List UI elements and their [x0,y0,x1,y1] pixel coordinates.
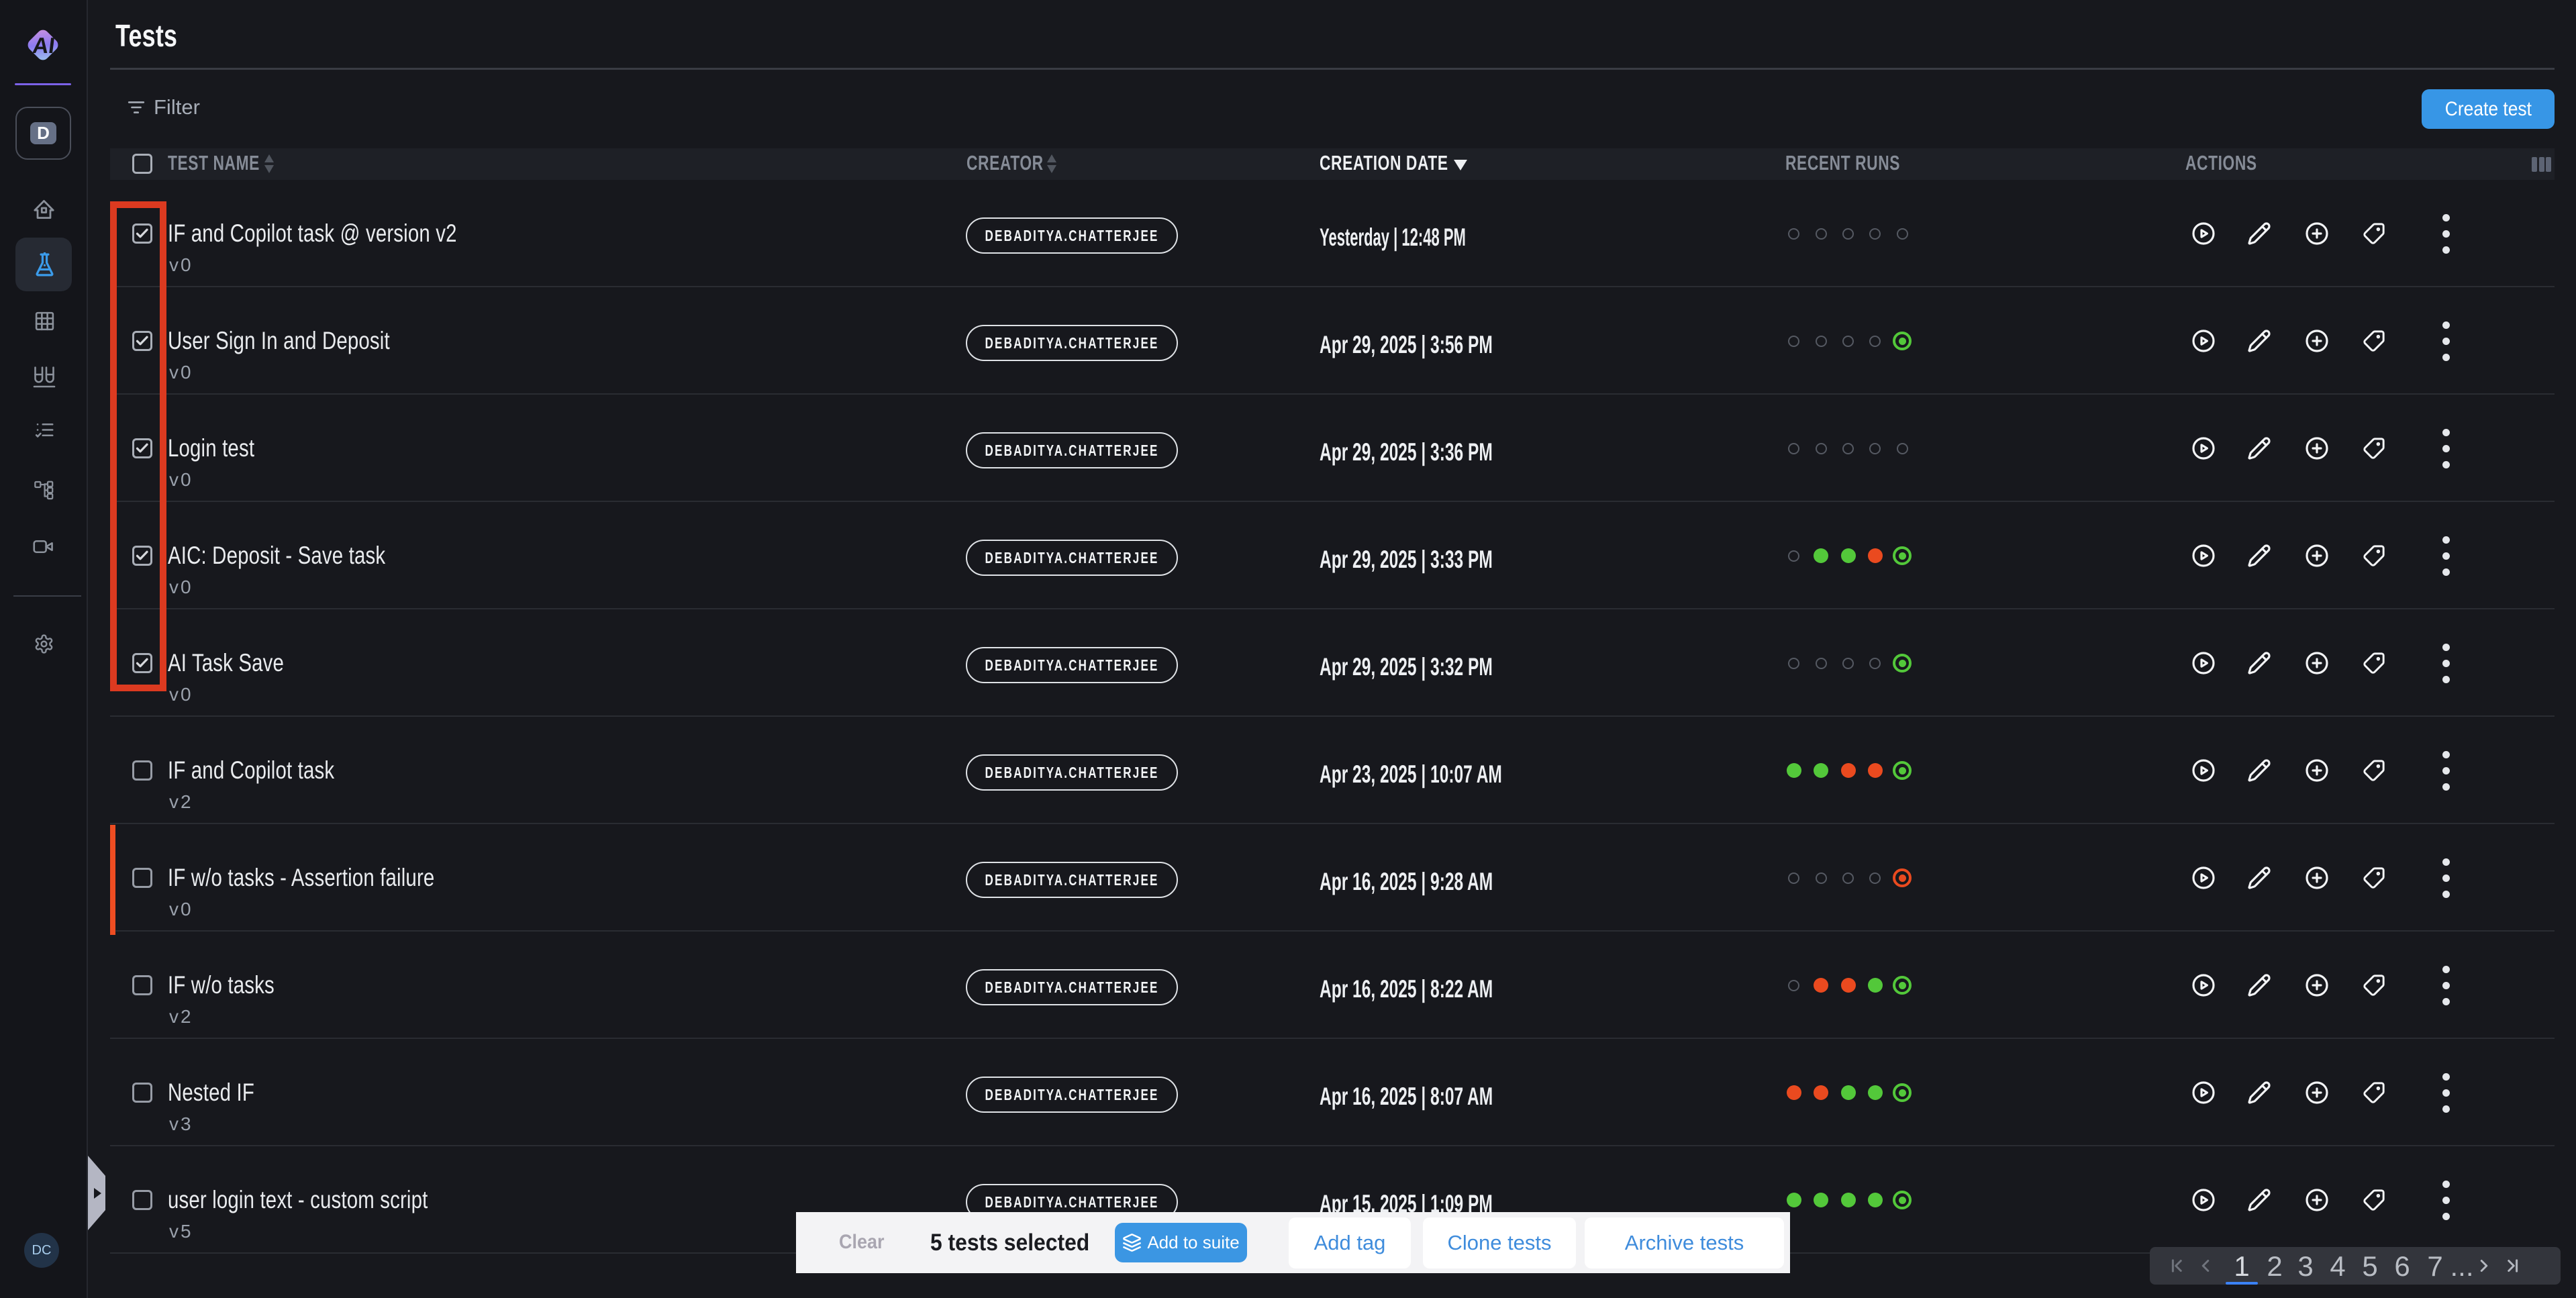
svg-text:AI: AI [31,34,56,58]
